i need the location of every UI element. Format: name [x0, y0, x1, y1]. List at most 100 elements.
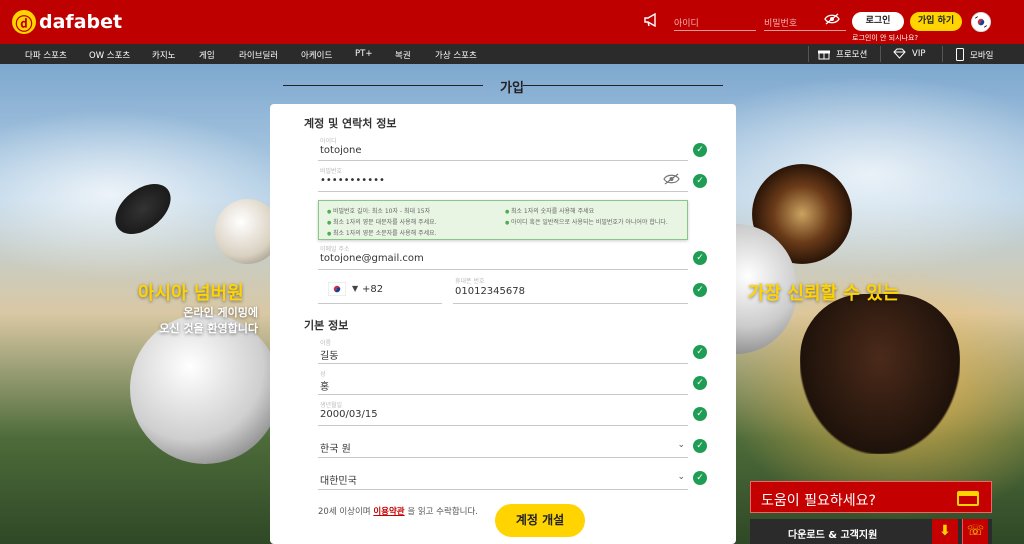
nav-divider: [942, 46, 943, 62]
password-value: •••••••••••: [320, 175, 385, 186]
top-header: ⓓ dafabet 아이디 비밀번호 로그인 가입 하기 로그인이 안 되시나요…: [0, 0, 1024, 44]
chevron-down-icon: ⌄: [677, 440, 685, 450]
lastname-check-icon: ✓: [693, 376, 707, 390]
lastname-label: 성: [320, 371, 326, 378]
promo-right-headline: 가장 신뢰할 수 있는: [748, 283, 900, 304]
promo-left-line3: 오신 것을 환영합니다: [159, 322, 258, 335]
main-nav: 다파 스포츠 OW 스포츠 카지노 게임 라이브딜러 아케이드 PT+ 복권 가…: [0, 44, 1024, 64]
password-check-icon: ✓: [693, 174, 707, 188]
dob-field[interactable]: 생년월일 2000/03/15: [318, 398, 688, 426]
download-support-bar[interactable]: 다운로드 & 고객지원 ⬇ ☏: [750, 519, 992, 544]
registration-form: 계정 및 연락처 정보 아이디 totojone ✓ 비밀번호 ••••••••…: [270, 104, 736, 544]
nav-divider: [808, 46, 809, 62]
password-rule: 최소 1자의 숫자를 사용해 주세요: [505, 206, 683, 215]
create-account-button[interactable]: 계정 개설: [495, 504, 585, 537]
email-field[interactable]: 이메일 주소 totojone@gmail.com: [318, 242, 688, 270]
nav-item-casino[interactable]: 카지노: [152, 49, 175, 61]
username-check-icon: ✓: [693, 143, 707, 157]
lastname-value: 홍: [320, 382, 330, 393]
section-account-title: 계정 및 연락처 정보: [304, 117, 397, 130]
nav-item-arcade[interactable]: 아케이드: [301, 49, 332, 61]
chat-icon: [957, 491, 979, 506]
nav-item-live-dealer[interactable]: 라이브딜러: [239, 49, 278, 61]
username-placeholder: 아이디: [674, 19, 699, 29]
promo-left-line2: 온라인 게이밍에: [183, 306, 258, 319]
nav-promotions[interactable]: 프로모션: [818, 48, 867, 60]
page-title: 가입: [500, 81, 524, 96]
download-icon[interactable]: ⬇: [932, 519, 958, 544]
horse-racing-image: [800, 294, 960, 454]
nav-item-ow-sports[interactable]: OW 스포츠: [89, 49, 130, 61]
chevron-down-icon: ▼: [352, 284, 359, 293]
username-value: totojone: [320, 145, 362, 156]
password-field[interactable]: 비밀번호 •••••••••••: [318, 164, 688, 192]
megaphone-icon[interactable]: [644, 12, 660, 31]
promo-left-headline: 아시아 넘버원: [138, 283, 244, 304]
nav-vip-label: VIP: [912, 48, 926, 59]
nav-item-games[interactable]: 게임: [199, 49, 215, 61]
soccer-ball-image: [130, 314, 280, 464]
currency-select[interactable]: 한국 원 ⌄: [318, 430, 688, 458]
poker-chip-image: [106, 184, 180, 234]
password-label: 비밀번호: [320, 168, 343, 175]
lastname-field[interactable]: 성 홍: [318, 367, 688, 395]
firstname-field[interactable]: 이름 길동: [318, 336, 688, 364]
login-button[interactable]: 로그인: [852, 12, 904, 31]
nav-item-dafa-sports[interactable]: 다파 스포츠: [25, 49, 67, 61]
nav-item-virtual-sports[interactable]: 가상 스포츠: [435, 49, 477, 61]
email-value: totojone@gmail.com: [320, 253, 424, 264]
nav-mobile[interactable]: 모바일: [956, 48, 993, 61]
nav-item-pt-plus[interactable]: PT+: [355, 49, 372, 59]
help-label: 도움이 필요하세요?: [761, 493, 876, 509]
firstname-check-icon: ✓: [693, 345, 707, 359]
password-rule: 비밀번호 길이: 최소 10자 - 최대 15자: [327, 206, 505, 215]
join-button[interactable]: 가입 하기: [910, 12, 962, 31]
phone-label: 휴대폰 번호: [455, 278, 485, 285]
terms-suffix: 을 읽고 수락합니다.: [407, 507, 478, 517]
chevron-down-icon: ⌄: [677, 472, 685, 482]
eye-slash-icon[interactable]: [663, 173, 680, 188]
country-code-select[interactable]: ▼ +82: [318, 274, 442, 304]
nav-promotions-label: 프로모션: [836, 50, 868, 60]
nav-vip[interactable]: VIP: [893, 48, 925, 59]
phone-value: 01012345678: [455, 286, 525, 297]
firstname-value: 길동: [320, 351, 339, 362]
password-rule: 최소 1자의 영문 대문자를 사용해 주세요.: [327, 217, 505, 226]
nav-divider: [880, 46, 881, 62]
gift-icon: [818, 50, 830, 60]
email-check-icon: ✓: [693, 251, 707, 265]
nav-item-lottery[interactable]: 복권: [395, 49, 411, 61]
currency-check-icon: ✓: [693, 439, 707, 453]
forgot-login-link[interactable]: 로그인이 안 되시나요?: [852, 33, 918, 43]
username-input[interactable]: 아이디: [674, 13, 756, 31]
password-placeholder: 비밀번호: [764, 19, 798, 29]
password-rule: 아이디 혹은 일반적으로 사용되는 비밀번호가 아니어야 합니다.: [505, 217, 683, 226]
country-check-icon: ✓: [693, 471, 707, 485]
username-field[interactable]: 아이디 totojone: [318, 134, 688, 161]
eye-slash-icon[interactable]: [824, 13, 840, 28]
country-select[interactable]: 대한민국 ⌄: [318, 462, 688, 490]
terms-link[interactable]: 이용약관: [373, 507, 404, 517]
country-value: 대한민국: [320, 476, 357, 487]
section-basic-title: 기본 정보: [304, 319, 349, 332]
download-support-label: 다운로드 & 고객지원: [788, 530, 878, 541]
terms-text: 20세 이상이며 이용약관 을 읽고 수락합니다.: [318, 505, 478, 517]
username-label: 아이디: [320, 138, 337, 145]
password-rule: 최소 1자의 영문 소문자를 사용해 주세요.: [327, 228, 505, 237]
country-code-value: +82: [362, 284, 384, 295]
korea-flag-icon[interactable]: [971, 12, 991, 32]
brand-name: dafabet: [39, 11, 123, 33]
diamond-icon: [893, 48, 906, 59]
dafabet-logo[interactable]: ⓓ dafabet: [12, 10, 123, 35]
phone-check-icon: ✓: [693, 283, 707, 297]
header-account-area: 아이디 비밀번호 로그인 가입 하기 로그인이 안 되시나요?: [624, 0, 1024, 44]
phone-support-icon[interactable]: ☏: [962, 519, 988, 544]
dafabet-logo-icon: ⓓ: [12, 10, 36, 35]
help-chat-button[interactable]: 도움이 필요하세요?: [750, 481, 992, 513]
firstname-label: 이름: [320, 340, 332, 347]
korea-flag-icon: [327, 281, 347, 299]
currency-value: 한국 원: [320, 444, 351, 455]
dob-label: 생년월일: [320, 402, 343, 409]
password-rules-tooltip: 비밀번호 길이: 최소 10자 - 최대 15자 최소 1자의 영문 대문자를 …: [318, 200, 688, 240]
phone-field[interactable]: 휴대폰 번호 01012345678: [453, 274, 688, 304]
